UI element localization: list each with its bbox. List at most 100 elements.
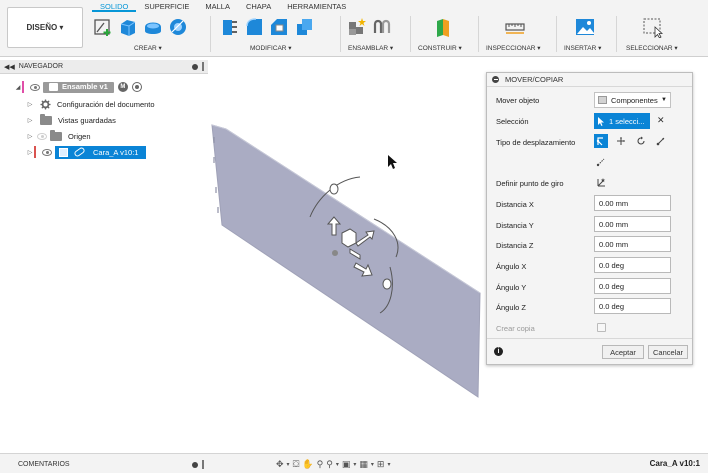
group-label-insertar[interactable]: INSERTAR ▾: [564, 44, 601, 52]
m-badge-icon[interactable]: M: [117, 82, 128, 92]
point-to-position-icon[interactable]: [594, 155, 608, 169]
tree-item-origin[interactable]: ▷ Origen: [26, 129, 91, 143]
revolve-icon[interactable]: [142, 16, 164, 38]
ok-button[interactable]: Aceptar: [602, 345, 644, 359]
display-settings-icon[interactable]: ▣: [342, 459, 351, 470]
grid-settings-icon[interactable]: ▦: [359, 459, 368, 470]
look-at-icon[interactable]: ⛋: [293, 459, 300, 470]
angle-z-input[interactable]: 0.0 deg: [594, 298, 671, 314]
select-icon[interactable]: [642, 16, 664, 38]
assembly-badge[interactable]: Ensamble v1: [43, 81, 114, 93]
group-label-construir[interactable]: CONSTRUIR ▾: [418, 44, 462, 52]
expand-right-icon[interactable]: ▷: [26, 101, 34, 108]
group-label-seleccionar[interactable]: SELECCIONAR ▾: [626, 44, 678, 52]
tab-chapa[interactable]: CHAPA: [238, 0, 279, 12]
workspace-dropdown[interactable]: DISEÑO ▾: [7, 7, 83, 48]
angle-y-input[interactable]: 0.0 deg: [594, 278, 671, 294]
sweep-icon[interactable]: [167, 16, 189, 38]
tab-solido[interactable]: SOLIDO: [92, 0, 137, 12]
new-component-icon[interactable]: [346, 16, 368, 38]
expand-right-icon[interactable]: ▷: [26, 149, 34, 156]
shell-icon[interactable]: [293, 16, 315, 38]
collapse-icon[interactable]: [492, 76, 499, 83]
dropdown-arrow-icon[interactable]: ▾: [287, 461, 290, 468]
visibility-eye-icon[interactable]: [37, 132, 47, 140]
pointer-icon: [598, 116, 604, 126]
selected-component[interactable]: Cara_A v10:1: [55, 145, 147, 159]
point-to-point-icon[interactable]: [654, 134, 668, 148]
dropdown-arrow-icon[interactable]: ▾: [387, 461, 390, 468]
clear-selection-icon[interactable]: ✕: [657, 115, 665, 126]
navigator-pin-icon[interactable]: [202, 62, 204, 71]
tree-item-document-settings[interactable]: ▷ Configuración del documento: [26, 97, 155, 111]
comments-add-icon[interactable]: [192, 461, 198, 468]
group-label-crear[interactable]: CREAR ▾: [134, 44, 162, 52]
orbit-icon[interactable]: ✥: [276, 459, 284, 470]
navigator-header: ◀◀ NAVEGADOR: [0, 60, 208, 74]
distance-y-input[interactable]: 0.00 mm: [594, 216, 671, 232]
insert-image-icon[interactable]: [574, 16, 596, 38]
viewports-icon[interactable]: ⊞: [377, 459, 385, 470]
comments-pin-icon[interactable]: [202, 460, 204, 469]
dropdown-arrow-icon[interactable]: ▾: [353, 461, 356, 468]
group-label-inspeccionar[interactable]: INSPECCIONAR ▾: [486, 44, 541, 52]
angle-x-label: Ángulo X: [496, 262, 527, 271]
collapse-double-chevron-icon[interactable]: ◀◀: [4, 63, 15, 71]
tab-malla[interactable]: MALLA: [197, 0, 238, 12]
rotate-handle-right[interactable]: [382, 278, 392, 290]
expand-right-icon[interactable]: ▷: [26, 133, 34, 140]
cancel-button[interactable]: Cancelar: [648, 345, 688, 359]
create-sketch-icon[interactable]: [92, 16, 114, 38]
rotate-icon[interactable]: [634, 134, 648, 148]
divider: [556, 16, 557, 52]
create-copy-checkbox[interactable]: [597, 323, 606, 332]
plate-body[interactable]: [211, 124, 481, 398]
set-pivot-icon[interactable]: [594, 175, 608, 189]
navigator-options-icon[interactable]: [192, 63, 198, 70]
fillet-icon[interactable]: [243, 16, 265, 38]
measure-icon[interactable]: [504, 16, 526, 38]
press-pull-icon[interactable]: [218, 16, 240, 38]
tree-item-component[interactable]: ▷ Cara_A v10:1: [26, 145, 147, 159]
free-move-icon[interactable]: [594, 134, 608, 148]
dialog-title: MOVER/COPIAR: [505, 75, 564, 84]
dialog-title-bar[interactable]: MOVER/COPIAR: [487, 73, 692, 87]
divider: [210, 16, 211, 52]
angle-x-input[interactable]: 0.0 deg: [594, 257, 671, 273]
fit-window-icon[interactable]: ⚲: [326, 459, 333, 470]
pan-hand-icon[interactable]: ✋: [302, 459, 313, 470]
center-cube-handle[interactable]: [341, 228, 357, 248]
joint-icon[interactable]: [371, 16, 393, 38]
group-label-ensamblar[interactable]: ENSAMBLAR ▾: [348, 44, 393, 52]
tree-item-saved-views[interactable]: ▷ Vistas guardadas: [26, 113, 116, 127]
selection-button[interactable]: 1 selecci...: [594, 113, 650, 129]
move-object-dropdown[interactable]: Componentes ▼: [594, 92, 671, 108]
comments-panel-header[interactable]: COMENTARIOS: [0, 457, 208, 471]
distance-x-input[interactable]: 0.00 mm: [594, 195, 671, 211]
tree-item-root[interactable]: ◢ Ensamble v1 M: [14, 80, 142, 94]
activate-target-icon[interactable]: [131, 82, 142, 92]
extrude-icon[interactable]: [117, 16, 139, 38]
chamfer-icon[interactable]: [268, 16, 290, 38]
toolbar: DISEÑO ▾ SOLIDO SUPERFICIE MALLA CHAPA H…: [0, 0, 708, 57]
comments-title: COMENTARIOS: [18, 460, 70, 468]
origin-point-handle[interactable]: [332, 250, 338, 256]
group-ensamblar: ENSAMBLAR ▾: [346, 14, 406, 56]
tab-herramientas[interactable]: HERRAMIENTAS: [279, 0, 354, 12]
offset-plane-icon[interactable]: [432, 16, 454, 38]
visibility-eye-icon[interactable]: [42, 148, 52, 156]
tree-item-label: Configuración del documento: [57, 99, 155, 109]
visibility-eye-icon[interactable]: [30, 83, 40, 91]
divider: [478, 16, 479, 52]
zoom-icon[interactable]: ⚲: [317, 459, 324, 470]
expand-down-icon[interactable]: ◢: [14, 84, 22, 91]
expand-right-icon[interactable]: ▷: [26, 117, 34, 124]
info-icon[interactable]: i: [494, 347, 503, 356]
translate-icon[interactable]: [614, 134, 628, 148]
rotate-handle-top[interactable]: [329, 183, 339, 195]
dropdown-arrow-icon[interactable]: ▾: [371, 461, 374, 468]
group-label-modificar[interactable]: MODIFICAR ▾: [250, 44, 292, 52]
tab-superficie[interactable]: SUPERFICIE: [136, 0, 197, 12]
distance-z-input[interactable]: 0.00 mm: [594, 236, 671, 252]
dropdown-arrow-icon[interactable]: ▾: [336, 461, 339, 468]
